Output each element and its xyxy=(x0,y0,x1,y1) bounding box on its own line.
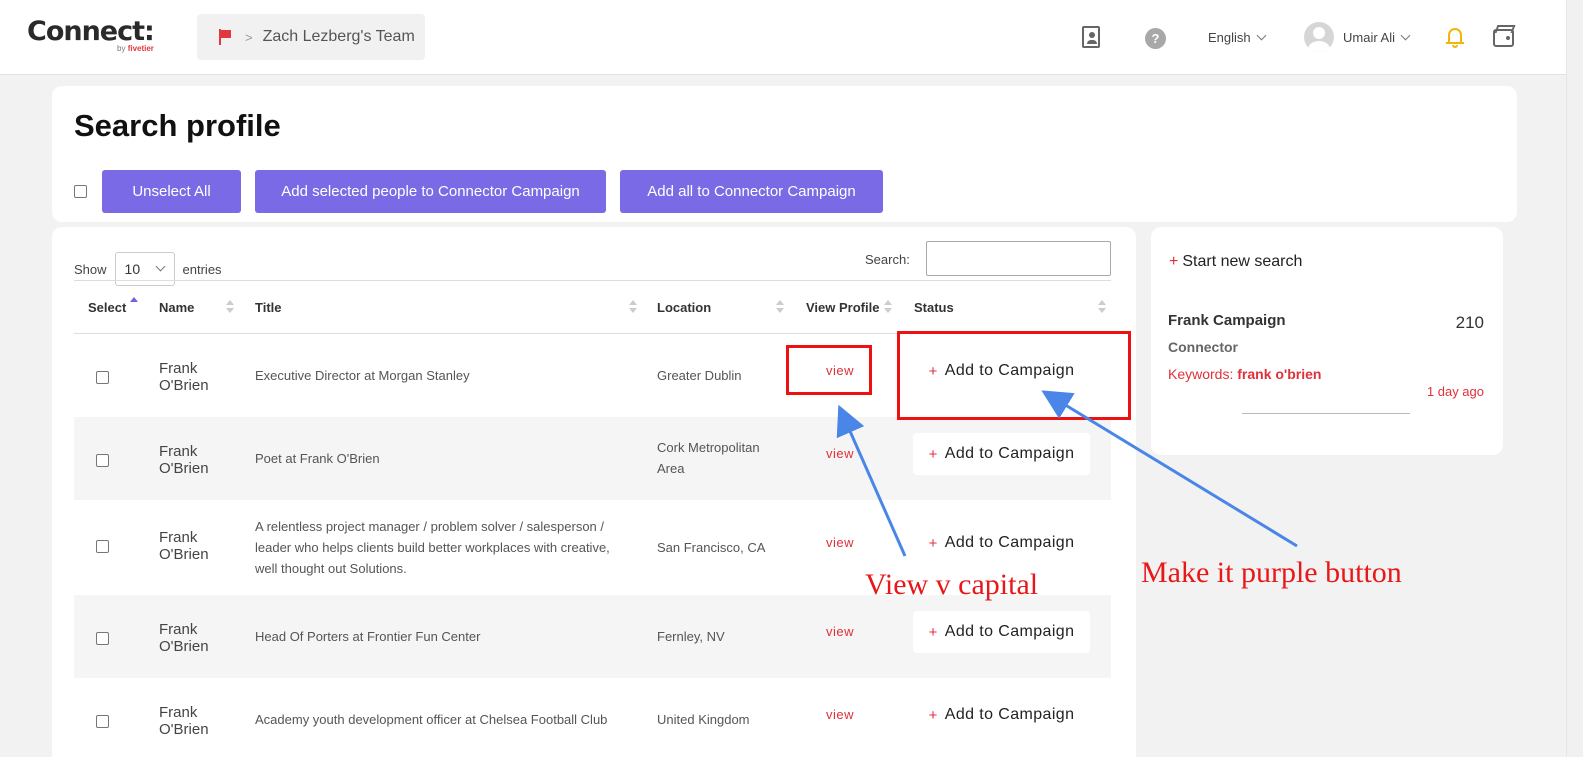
annotation-arrows xyxy=(836,390,1298,557)
annotation-note-button: Make it purple button xyxy=(1141,556,1402,589)
annotation-note-view: View v capital xyxy=(865,568,1039,601)
annotation-arrow-view xyxy=(836,404,907,557)
annotation-arrow-button xyxy=(1041,390,1298,548)
